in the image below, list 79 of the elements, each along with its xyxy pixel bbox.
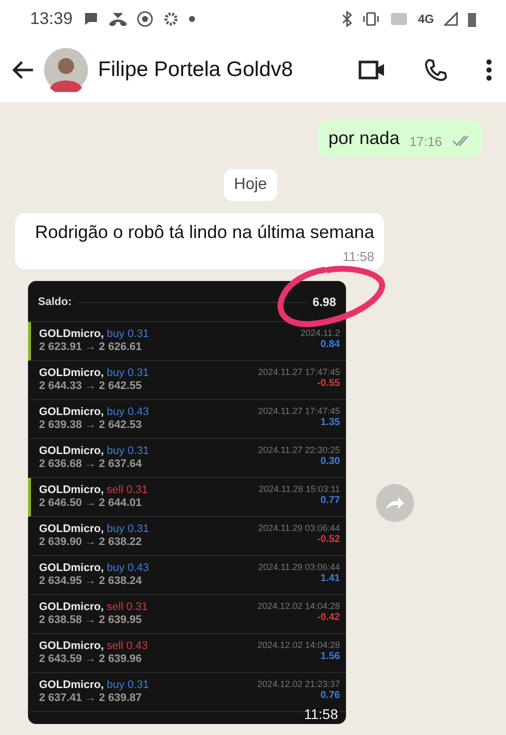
trade-date: 2024.12.02 21:23:37 — [257, 679, 340, 689]
trade-symbol: GOLDmicro, — [39, 601, 104, 613]
phone-icon[interactable] — [424, 58, 448, 82]
signal-icon — [444, 12, 458, 26]
trade-order: buy 0.31 — [106, 679, 149, 691]
trade-prices: 2 637.41 → 2 639.87 — [39, 692, 142, 704]
screenshot-image[interactable] — [28, 281, 346, 724]
message-time: 17:16 — [409, 134, 442, 149]
settings-icon — [162, 11, 179, 27]
trade-profit: -0.55 — [317, 378, 340, 389]
trade-prices: 2 639.90 → 2 638.22 — [39, 536, 142, 548]
menu-icon[interactable] — [486, 59, 492, 81]
trade-symbol: GOLDmicro, — [39, 445, 104, 457]
trade-symbol: GOLDmicro, — [39, 484, 104, 496]
trade-order: buy 0.43 — [106, 406, 149, 418]
trade-profit: 1.35 — [320, 417, 340, 428]
date-chip: Hoje — [224, 169, 277, 201]
trade-prices: 2 643.59 → 2 639.96 — [39, 653, 142, 665]
trade-profit: 0.76 — [320, 690, 340, 701]
video-call-icon[interactable] — [358, 59, 386, 81]
dot-icon — [188, 16, 195, 22]
trade-order: sell 0.31 — [106, 601, 148, 613]
trade-prices: 2 639.38 → 2 642.53 — [39, 419, 142, 431]
network-type: 4G — [418, 12, 434, 26]
trade-prices: 2 638.58 → 2 639.95 — [39, 614, 142, 626]
contact-name[interactable]: Filipe Portela Goldv8 — [98, 58, 348, 82]
trade-date: 2024.11.27 17:47:45 — [258, 367, 340, 377]
trade-profit: 1.41 — [320, 573, 340, 584]
trade-prices: 2 634.95 → 2 638.24 — [39, 575, 142, 587]
trade-order: sell 0.31 — [106, 484, 148, 496]
vibrate-icon — [362, 12, 380, 26]
trade-prices: 2 623.91 → 2 626.61 — [39, 341, 142, 353]
back-icon[interactable] — [12, 60, 34, 80]
incoming-message[interactable]: Rodrigão o robô tá lindo na última semana 11:58 — [15, 213, 384, 269]
trade-symbol: GOLDmicro, — [39, 679, 104, 691]
avatar[interactable] — [44, 48, 88, 92]
business-icon — [136, 11, 153, 27]
trade-symbol: GOLDmicro, — [39, 367, 104, 379]
trade-profit: -0.42 — [317, 612, 340, 623]
trade-order: buy 0.43 — [106, 562, 149, 574]
trade-order: buy 0.31 — [106, 445, 149, 457]
trade-symbol: GOLDmicro, — [39, 406, 104, 418]
message-text: Rodrigão o robô tá lindo na última semana — [35, 222, 374, 243]
trade-profit: 0.30 — [320, 456, 340, 467]
message-time: 11:58 — [342, 249, 374, 264]
outgoing-message[interactable]: por nada 17:16 — [318, 120, 482, 157]
trade-date: 2024.11.2 — [300, 328, 340, 338]
trade-order: buy 0.31 — [106, 523, 149, 535]
chat-icon — [82, 12, 99, 26]
trade-profit: 0.77 — [320, 495, 340, 506]
trade-date: 2024.11.29 03:06:44 — [258, 562, 340, 572]
trade-profit: 1.56 — [320, 651, 340, 662]
balance-value: 6.98 — [312, 295, 336, 309]
trade-date: 2024.12.02 14:04:28 — [257, 601, 340, 611]
trade-date: 2024.11.28 15:03:11 — [258, 484, 340, 494]
trade-date: 2024.11.29 03:06:44 — [258, 523, 340, 533]
trade-order: buy 0.31 — [106, 367, 149, 379]
trade-date: 2024.11.27 22:30:25 — [258, 445, 340, 455]
trade-symbol: GOLDmicro, — [39, 328, 104, 340]
status-time: 13:39 — [30, 9, 73, 29]
trade-date: 2024.11.27 17:47:45 — [258, 406, 340, 416]
balance-label: Saldo: — [38, 296, 72, 308]
trade-symbol: GOLDmicro, — [39, 640, 104, 652]
trade-order: buy 0.31 — [106, 328, 149, 340]
trade-date: 2024.12.02 14:04:28 — [257, 640, 340, 650]
trade-prices: 2 646.50 → 2 644.01 — [39, 497, 142, 509]
trade-profit: -0.52 — [317, 534, 340, 545]
trade-profit: 0.84 — [320, 339, 340, 350]
image-time: 11:58 — [304, 707, 338, 722]
trade-symbol: GOLDmicro, — [39, 523, 104, 535]
message-text: por nada — [328, 128, 400, 149]
trade-prices: 2 644.33 → 2 642.55 — [39, 380, 142, 392]
forward-icon — [384, 494, 406, 510]
missed-call-icon — [108, 12, 127, 26]
trade-order: sell 0.43 — [106, 640, 148, 652]
battery-icon — [468, 12, 476, 26]
trade-symbol: GOLDmicro, — [39, 562, 104, 574]
trade-prices: 2 636.68 → 2 637.64 — [39, 458, 142, 470]
bluetooth-icon — [342, 11, 352, 27]
